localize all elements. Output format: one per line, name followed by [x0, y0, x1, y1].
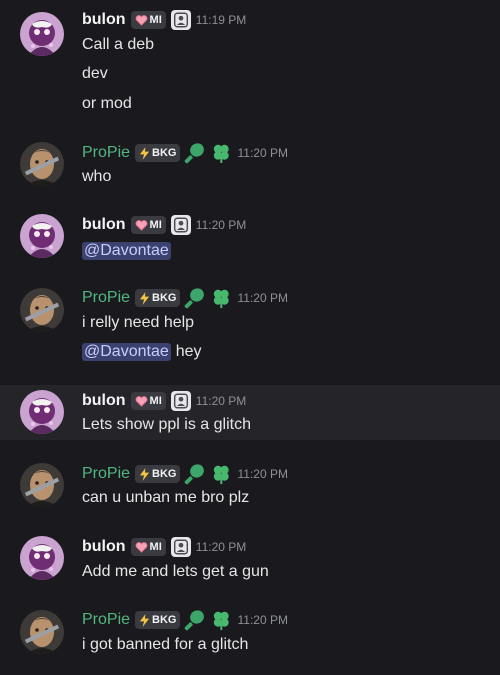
- user-mention[interactable]: @Davontae: [82, 343, 171, 361]
- user-role-icon[interactable]: [170, 391, 191, 411]
- chat-message-list: bulon MI 11:19 PM Call a deb dev or mod …: [0, 0, 500, 675]
- server-tag[interactable]: BKG: [135, 289, 181, 307]
- ping-pong-paddle-icon: [184, 609, 206, 631]
- username[interactable]: bulon: [82, 216, 126, 234]
- username[interactable]: ProPie: [82, 465, 130, 483]
- message-text: Call a deb: [82, 36, 155, 53]
- clover-icon: [210, 142, 232, 164]
- timestamp: 11:20 PM: [195, 218, 247, 232]
- avatar-bulon[interactable]: [20, 214, 64, 258]
- server-tag-label: MI: [149, 395, 162, 407]
- server-tag[interactable]: MI: [130, 392, 166, 410]
- avatar-propie[interactable]: [20, 610, 64, 654]
- username[interactable]: ProPie: [82, 611, 130, 629]
- clover-icon: [210, 463, 232, 485]
- timestamp: 11:20 PM: [195, 540, 247, 554]
- server-tag-label: BKG: [152, 292, 177, 304]
- server-tag-label: BKG: [152, 468, 177, 480]
- heart-icon: [135, 220, 148, 231]
- message-header: bulon MI 11:20 PM: [82, 536, 246, 558]
- server-tag-label: MI: [149, 219, 162, 231]
- message-text-fragment: hey: [175, 343, 202, 360]
- clover-icon: [210, 609, 232, 631]
- user-role-icon[interactable]: [170, 215, 191, 235]
- message-text: Lets show ppl is a glitch: [82, 416, 251, 433]
- message-group: ProPie BKG 11:20 PM can u unban me bro p…: [0, 458, 500, 513]
- message-header: bulon MI 11:20 PM: [82, 214, 246, 236]
- ping-pong-paddle-icon: [184, 142, 206, 164]
- server-tag[interactable]: BKG: [135, 611, 181, 629]
- message-group: ProPie BKG 11:20 PM who: [0, 136, 500, 191]
- message-header: bulon MI 11:20 PM: [82, 390, 246, 412]
- clover-icon: [210, 287, 232, 309]
- lightning-icon: [139, 147, 150, 160]
- username[interactable]: bulon: [82, 392, 126, 410]
- message-header: ProPie BKG 11:20 PM: [82, 463, 288, 485]
- message-text: who: [82, 168, 112, 185]
- username[interactable]: bulon: [82, 538, 126, 556]
- message-group[interactable]: bulon MI 11:20 PM Lets show ppl is a gli…: [0, 385, 500, 440]
- server-tag-label: MI: [149, 14, 162, 26]
- message-group: ProPie BKG 11:20 PM i relly need help @D…: [0, 282, 500, 370]
- server-tag-label: MI: [149, 541, 162, 553]
- avatar-bulon[interactable]: [20, 536, 64, 580]
- message-text: Add me and lets get a gun: [82, 563, 269, 580]
- heart-icon: [135, 396, 148, 407]
- user-mention[interactable]: @Davontae: [82, 242, 171, 260]
- server-tag[interactable]: MI: [130, 11, 166, 29]
- message-header: ProPie BKG 11:20 PM: [82, 609, 288, 631]
- timestamp: 11:20 PM: [237, 291, 288, 305]
- message-text: or mod: [82, 95, 132, 112]
- message-header: ProPie BKG 11:20 PM: [82, 142, 288, 164]
- message-group: bulon MI 11:19 PM Call a deb dev or mod: [0, 0, 500, 125]
- ping-pong-paddle-icon: [184, 463, 206, 485]
- message-text: @Davontae: [82, 240, 176, 262]
- timestamp: 11:20 PM: [237, 613, 288, 627]
- message-text: i got banned for a glitch: [82, 636, 249, 653]
- username[interactable]: ProPie: [82, 289, 130, 307]
- ping-pong-paddle-icon: [184, 287, 206, 309]
- message-group: bulon MI 11:20 PM @Davontae: [0, 208, 500, 268]
- avatar-bulon[interactable]: [20, 390, 64, 434]
- message-header: bulon MI 11:19 PM: [82, 9, 246, 31]
- server-tag[interactable]: MI: [130, 216, 166, 234]
- heart-icon: [135, 542, 148, 553]
- server-tag[interactable]: BKG: [135, 465, 181, 483]
- server-tag-label: BKG: [152, 147, 177, 159]
- message-text: can u unban me bro plz: [82, 489, 250, 506]
- server-tag[interactable]: BKG: [135, 144, 181, 162]
- avatar-bulon[interactable]: [20, 12, 64, 56]
- avatar-propie[interactable]: [20, 142, 64, 186]
- username[interactable]: ProPie: [82, 144, 130, 162]
- message-text: i relly need help: [82, 314, 195, 331]
- user-role-icon[interactable]: [170, 10, 191, 30]
- heart-icon: [135, 15, 148, 26]
- username[interactable]: bulon: [82, 11, 126, 29]
- message-header: ProPie BKG 11:20 PM: [82, 287, 288, 309]
- message-text: dev: [82, 65, 108, 82]
- server-tag[interactable]: MI: [130, 538, 166, 556]
- avatar-propie[interactable]: [20, 288, 64, 332]
- server-tag-label: BKG: [152, 614, 177, 626]
- lightning-icon: [139, 292, 150, 305]
- timestamp: 11:20 PM: [195, 394, 247, 408]
- avatar-propie[interactable]: [20, 463, 64, 507]
- user-role-icon[interactable]: [170, 537, 191, 557]
- message-text: @Davontae hey: [82, 341, 202, 363]
- message-group: bulon MI 11:20 PM Add me and lets get a …: [0, 531, 500, 586]
- timestamp: 11:19 PM: [195, 13, 247, 27]
- lightning-icon: [139, 614, 150, 627]
- message-group: ProPie BKG 11:20 PM i got banned for a g…: [0, 604, 500, 664]
- timestamp: 11:20 PM: [237, 467, 288, 481]
- timestamp: 11:20 PM: [237, 146, 288, 160]
- lightning-icon: [139, 468, 150, 481]
